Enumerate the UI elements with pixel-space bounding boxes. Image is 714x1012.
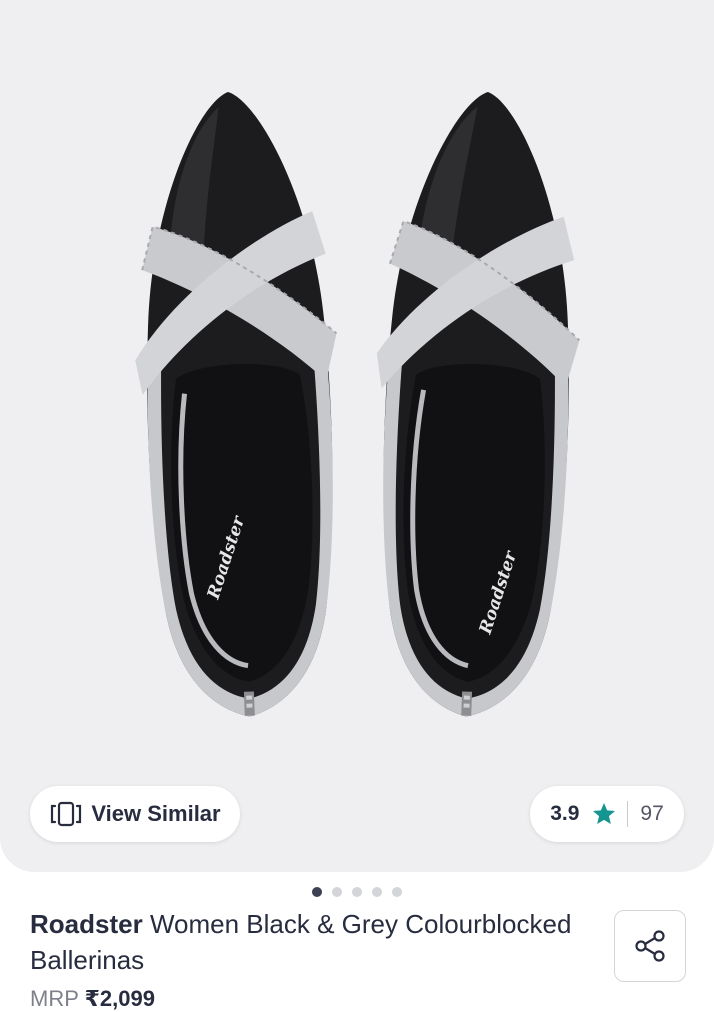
carousel-dot[interactable] <box>312 887 322 897</box>
product-title: Roadster Women Black & Grey Colourblocke… <box>30 906 590 978</box>
share-button[interactable] <box>614 910 686 982</box>
product-image: Roadster Roadster <box>0 0 714 872</box>
share-icon <box>632 928 668 964</box>
view-similar-label: View Similar <box>91 801 221 826</box>
price-row: MRP ₹2,099 <box>30 986 155 1012</box>
price-amount: ₹2,099 <box>84 986 155 1011</box>
product-image-area[interactable]: Roadster Roadster View Similar 3.9 97 <box>0 0 714 872</box>
rating-count: 97 <box>640 802 664 825</box>
rating-value: 3.9 <box>550 802 580 825</box>
view-similar-button[interactable]: View Similar <box>30 786 240 842</box>
carousel-dot[interactable] <box>332 887 342 897</box>
product-brand: Roadster <box>30 909 143 939</box>
similar-icon <box>49 801 83 827</box>
carousel-dot[interactable] <box>392 887 402 897</box>
carousel-indicator <box>0 887 714 901</box>
carousel-dot[interactable] <box>352 887 362 897</box>
mrp-label: MRP <box>30 986 79 1011</box>
rating-divider <box>627 801 629 827</box>
carousel-dot[interactable] <box>372 887 382 897</box>
rating-badge[interactable]: 3.9 97 <box>530 786 684 842</box>
star-icon <box>591 801 617 827</box>
